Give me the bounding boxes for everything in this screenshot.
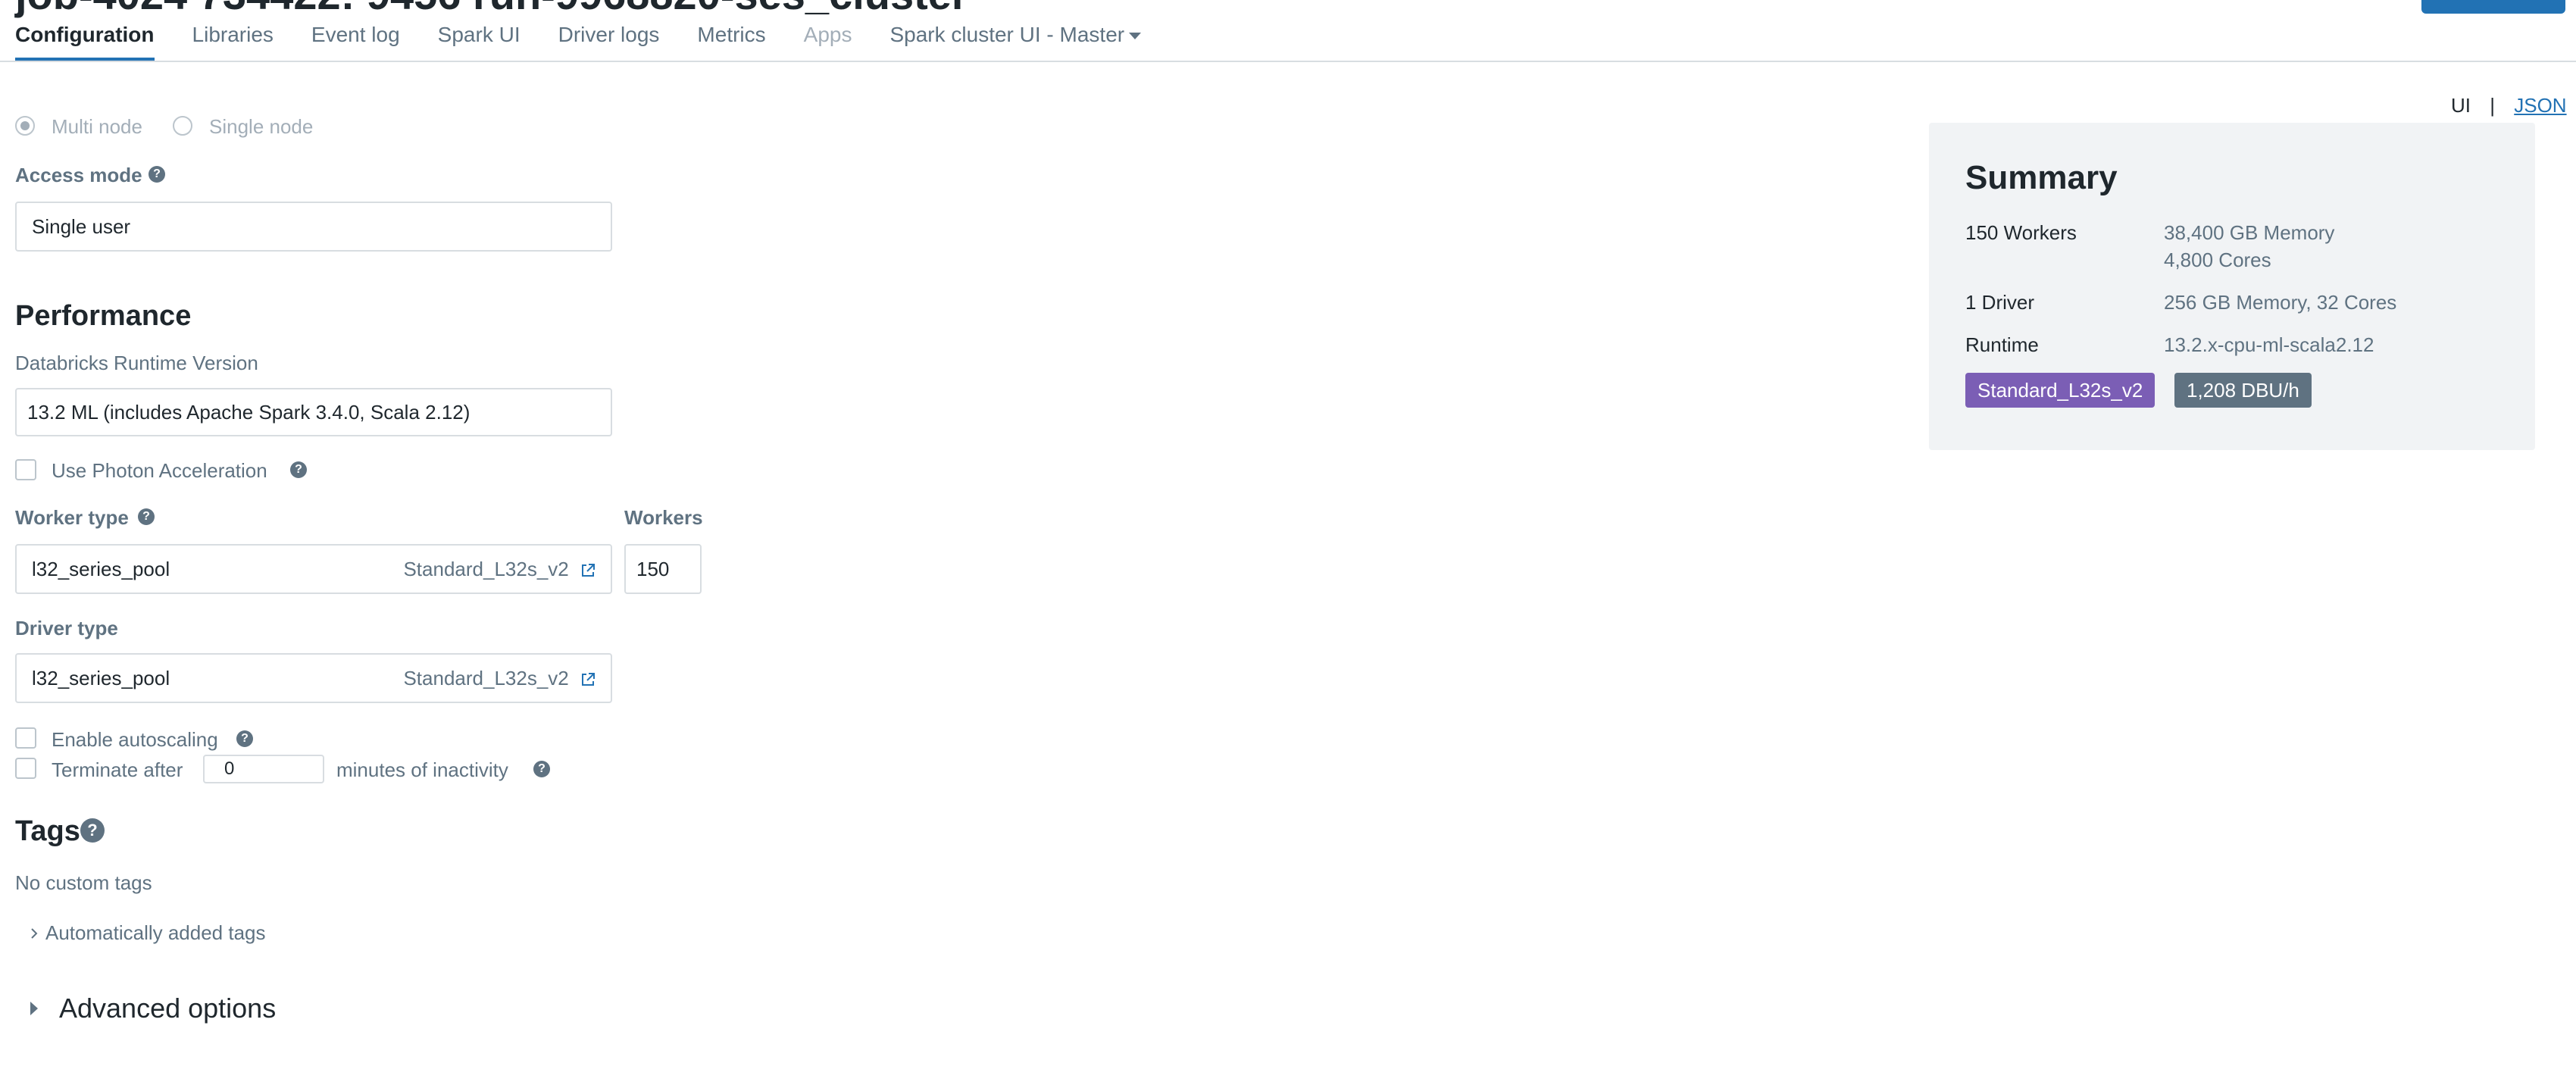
worker-type-label: Worker type	[15, 506, 129, 529]
view-toggle-separator: |	[2490, 94, 2495, 117]
json-view-link[interactable]: JSON	[2514, 94, 2566, 117]
help-icon[interactable]: ?	[138, 508, 155, 525]
ui-view-link[interactable]: UI	[2451, 94, 2471, 117]
no-custom-tags-text: No custom tags	[15, 871, 152, 894]
auto-tags-label: Automatically added tags	[45, 921, 266, 944]
caret-right-icon	[30, 1002, 38, 1015]
tab-bar: Configuration Libraries Event log Spark …	[15, 23, 1142, 61]
advanced-options-label: Advanced options	[59, 993, 277, 1024]
access-mode-label: Access mode	[15, 164, 142, 186]
driver-type-label: Driver type	[15, 617, 118, 639]
summary-runtime-key: Runtime	[1965, 333, 2039, 356]
help-icon[interactable]: ?	[236, 730, 253, 747]
auto-tags-toggle[interactable]: Automatically added tags	[29, 921, 266, 945]
driver-pool-name: l32_series_pool	[32, 666, 170, 689]
summary-workers-key: 150 Workers	[1965, 221, 2077, 244]
photon-checkbox[interactable]	[15, 459, 36, 480]
autoscaling-checkbox[interactable]	[15, 727, 36, 749]
tags-heading: Tags	[15, 815, 80, 847]
dbu-badge: 1,208 DBU/h	[2174, 373, 2312, 408]
worker-node-type-link[interactable]: Standard_L32s_v2	[403, 558, 596, 581]
tab-libraries[interactable]: Libraries	[192, 23, 274, 61]
runtime-version-label: Databricks Runtime Version	[15, 352, 258, 374]
multi-node-label: Multi node	[52, 115, 142, 138]
summary-driver-value: 256 GB Memory, 32 Cores	[2164, 291, 2397, 314]
tab-driver-logs[interactable]: Driver logs	[558, 23, 660, 61]
top-right-button[interactable]	[2421, 0, 2565, 14]
terminate-minutes-input[interactable]: 0	[203, 755, 324, 783]
chevron-right-icon	[31, 927, 38, 939]
tab-spark-cluster-ui-label: Spark cluster UI - Master	[889, 23, 1125, 46]
chevron-down-icon	[1129, 33, 1142, 40]
external-link-icon	[582, 672, 595, 686]
single-node-label: Single node	[209, 115, 314, 138]
terminate-suffix: minutes of inactivity	[336, 758, 508, 781]
driver-node-type-link[interactable]: Standard_L32s_v2	[403, 667, 596, 690]
worker-type-select[interactable]: l32_series_pool Standard_L32s_v2	[15, 544, 612, 594]
multi-node-radio[interactable]	[15, 116, 35, 136]
summary-title: Summary	[1965, 159, 2118, 196]
worker-node-type-text: Standard_L32s_v2	[403, 557, 569, 580]
advanced-options-toggle[interactable]: Advanced options	[29, 993, 276, 1024]
workers-label: Workers	[624, 506, 703, 529]
summary-runtime-value: 13.2.x-cpu-ml-scala2.12	[2164, 333, 2374, 356]
tab-metrics[interactable]: Metrics	[697, 23, 765, 61]
driver-node-type-text: Standard_L32s_v2	[403, 666, 569, 689]
help-icon[interactable]: ?	[533, 761, 550, 777]
tab-event-log[interactable]: Event log	[311, 23, 400, 61]
external-link-icon	[582, 563, 595, 577]
help-icon[interactable]: ?	[290, 461, 307, 478]
help-icon[interactable]: ?	[80, 818, 105, 843]
single-node-radio[interactable]	[173, 116, 192, 136]
tab-spark-ui[interactable]: Spark UI	[438, 23, 521, 61]
view-toggle: UI | JSON	[2451, 94, 2567, 117]
worker-pool-name: l32_series_pool	[32, 557, 170, 580]
access-mode-select[interactable]: Single user	[15, 202, 612, 252]
summary-workers-cores: 4,800 Cores	[2164, 249, 2271, 271]
terminate-checkbox[interactable]	[15, 758, 36, 779]
tab-configuration[interactable]: Configuration	[15, 23, 155, 61]
performance-heading: Performance	[15, 300, 192, 332]
autoscaling-label: Enable autoscaling	[52, 728, 218, 751]
runtime-version-select[interactable]: 13.2 ML (includes Apache Spark 3.4.0, Sc…	[15, 388, 612, 436]
tabs-divider	[0, 61, 2576, 62]
workers-count-input[interactable]: 150	[624, 544, 702, 594]
radio-selected-dot	[20, 121, 30, 130]
node-type-badge: Standard_L32s_v2	[1965, 373, 2156, 408]
terminate-prefix: Terminate after	[52, 758, 183, 781]
help-icon[interactable]: ?	[148, 166, 165, 183]
tab-spark-cluster-ui[interactable]: Spark cluster UI - Master	[889, 23, 1142, 61]
summary-workers-memory: 38,400 GB Memory	[2164, 221, 2335, 244]
driver-type-select[interactable]: l32_series_pool Standard_L32s_v2	[15, 653, 612, 703]
summary-driver-key: 1 Driver	[1965, 291, 2035, 314]
page-title: job-4024 734422: 9456 run-9968820-ses_cl…	[15, 0, 968, 19]
tab-apps: Apps	[803, 23, 852, 46]
photon-label: Use Photon Acceleration	[52, 459, 267, 482]
